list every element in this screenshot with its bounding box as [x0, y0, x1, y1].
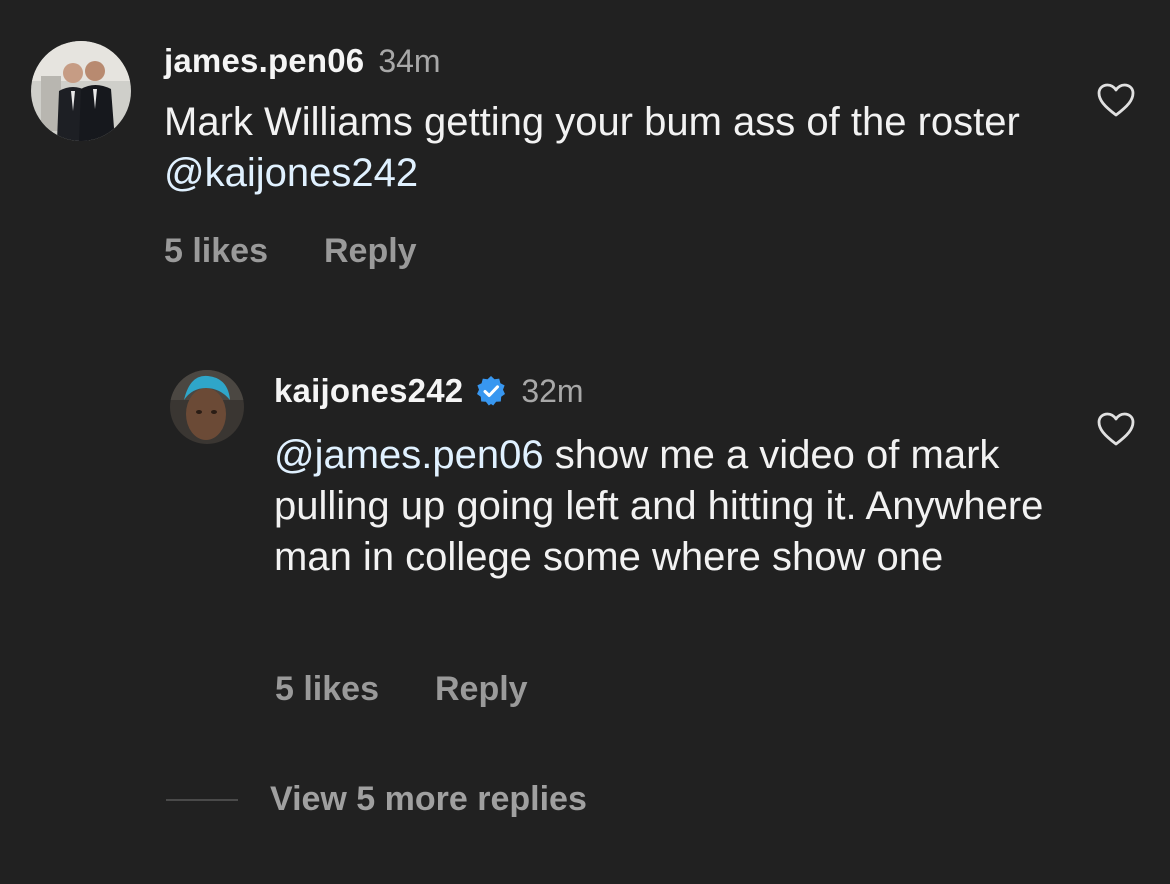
divider-line	[166, 798, 238, 801]
verified-badge-icon	[477, 376, 506, 406]
view-more-replies-button[interactable]: View 5 more replies	[166, 780, 587, 819]
comment-text: @james.pen06 show me a video of mark pul…	[274, 430, 1054, 583]
username[interactable]: kaijones242	[274, 372, 463, 410]
mention-link[interactable]: @james.pen06	[274, 433, 544, 477]
avatar[interactable]	[170, 370, 244, 444]
view-more-replies-label: View 5 more replies	[270, 780, 587, 818]
comment-header: kaijones242 32m	[274, 372, 584, 410]
timestamp: 32m	[521, 372, 584, 409]
likes-count[interactable]: 5 likes	[275, 670, 379, 709]
comment-thread: james.pen06 34m Mark Williams getting yo…	[0, 0, 1170, 884]
reply-button[interactable]: Reply	[435, 670, 528, 709]
comment-actions: 5 likes Reply	[275, 670, 528, 709]
reply-comment: kaijones242 32m @james.pen06 show me a v…	[0, 0, 1170, 760]
heart-outline-icon[interactable]	[1096, 411, 1136, 447]
